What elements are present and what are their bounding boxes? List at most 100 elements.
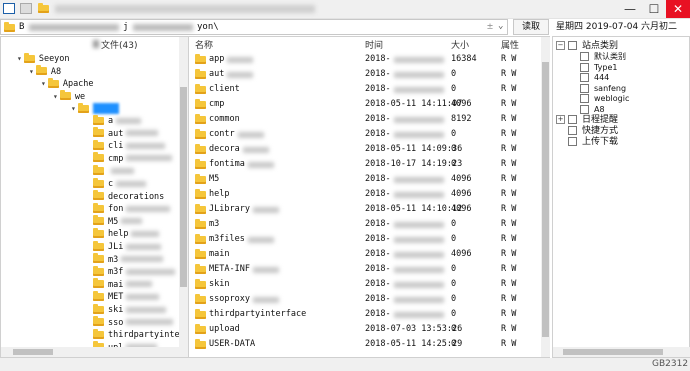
tree-scroll-thumb[interactable] (180, 87, 187, 287)
file-row[interactable]: JLibrary 2018-05-11 14:10:12 4096 R W (189, 202, 541, 217)
tree-item[interactable]: ▾ (71, 102, 119, 115)
file-row[interactable]: M5 2018- 4096 R W (189, 172, 541, 187)
file-row[interactable]: main 2018- 4096 R W (189, 247, 541, 262)
file-size: 4096 (451, 99, 472, 109)
checkbox-icon[interactable] (568, 126, 577, 135)
expand-arrow-icon[interactable]: ▾ (53, 92, 58, 101)
file-row[interactable]: USER-DATA 2018-05-11 14:25:29 0 R W (189, 337, 541, 352)
file-time: 2018- (365, 309, 391, 319)
chevron-down-icon[interactable]: ⌄ (498, 21, 503, 31)
tree-item[interactable]: thirdpartyinterface (93, 328, 181, 342)
checkbox-icon[interactable] (580, 52, 589, 61)
redacted-text (394, 282, 444, 288)
column-time[interactable]: 时间 (365, 38, 383, 51)
folder-tree[interactable]: ▾ Seeyon ▾ A8 ▾ Apache ▾ we ▾ a aut cli cmp c decorati… (1, 52, 181, 347)
tree-scrollbar[interactable] (179, 37, 188, 347)
checkbox-icon[interactable] (580, 104, 589, 114)
file-row[interactable]: upload 2018-07-03 13:53:26 0 R W (189, 322, 541, 337)
tree-item[interactable]: fon (93, 202, 171, 216)
maximize-button[interactable]: ☐ (642, 0, 666, 18)
category-item[interactable]: A8 (580, 104, 605, 116)
column-attr[interactable]: 属性 (501, 38, 519, 51)
tree-item[interactable]: sso (93, 316, 174, 330)
expand-arrow-icon[interactable]: ▾ (29, 67, 34, 76)
file-row[interactable]: ssoproxy 2018- 0 R W (189, 292, 541, 307)
expand-arrow-icon[interactable]: ▾ (17, 54, 22, 63)
folder-icon (4, 21, 15, 33)
tree-item[interactable]: m3 (93, 253, 164, 267)
file-size: 0 (451, 339, 457, 349)
expand-icon[interactable]: + (556, 115, 565, 124)
tree-item[interactable]: cli (93, 139, 166, 153)
folder-toolbar-icon[interactable] (38, 2, 49, 14)
file-size: 0 (451, 279, 457, 289)
tree-item[interactable]: ▾ we (53, 90, 85, 103)
file-list[interactable]: app 2018- 16384 R Waut 2018- 0 R Wclient 2018- 0… (189, 52, 541, 357)
tree-item[interactable]: ▾ Apache (41, 77, 94, 90)
file-row[interactable]: m3files 2018- 0 R W (189, 232, 541, 247)
folder-icon (195, 54, 206, 64)
collapse-icon[interactable]: − (556, 41, 565, 50)
sidebar-hscrollbar[interactable] (553, 347, 690, 357)
tree-header: 文件(43) (101, 41, 138, 51)
checkbox-icon[interactable] (580, 83, 589, 93)
file-row[interactable]: skin 2018- 0 R W (189, 277, 541, 292)
tree-item[interactable]: MET (93, 290, 160, 304)
file-row[interactable]: fontima 2018-10-17 14:19:23 0 R W (189, 157, 541, 172)
tree-item[interactable] (93, 164, 134, 178)
checkbox-icon[interactable] (568, 137, 577, 146)
file-row[interactable]: m3 2018- 0 R W (189, 217, 541, 232)
tree-item[interactable]: mai (93, 278, 153, 292)
file-row[interactable]: help 2018- 4096 R W (189, 187, 541, 202)
tree-item[interactable]: m3f (93, 265, 176, 279)
file-row[interactable]: META-INF 2018- 0 R W (189, 262, 541, 277)
checkbox-icon[interactable] (580, 73, 589, 82)
file-attr: R W (501, 84, 517, 94)
file-row[interactable]: decora 2018-05-11 14:09:36 0 R W (189, 142, 541, 157)
redacted-text (126, 281, 153, 288)
address-bar[interactable]: B j yon\ ± ⌄ (0, 19, 508, 35)
file-row[interactable]: app 2018- 16384 R W (189, 52, 541, 67)
tree-item[interactable]: aut (93, 127, 159, 141)
toolbar-icon[interactable] (20, 3, 32, 14)
tree-hscrollbar[interactable] (1, 347, 188, 357)
tree-item[interactable]: help (93, 227, 160, 241)
tree-item[interactable]: a (93, 114, 142, 128)
expand-arrow-icon[interactable]: ▾ (71, 104, 76, 113)
plus-icon[interactable]: ± (487, 21, 493, 32)
file-row[interactable]: client 2018- 0 R W (189, 82, 541, 97)
tree-item[interactable]: cmp (93, 152, 173, 166)
file-row[interactable]: common 2018- 8192 R W (189, 112, 541, 127)
file-row[interactable]: cmp 2018-05-11 14:11:07 4096 R W (189, 97, 541, 112)
minimize-button[interactable]: — (618, 0, 642, 18)
tree-item[interactable]: c (93, 177, 147, 191)
file-scrollbar[interactable] (541, 37, 550, 357)
checkbox-icon[interactable] (568, 41, 577, 50)
file-scroll-thumb[interactable] (542, 62, 549, 337)
file-attr: R W (501, 234, 517, 244)
file-row[interactable]: thirdpartyinterface 2018- 0 R W (189, 307, 541, 322)
close-button[interactable]: ✕ (666, 0, 690, 18)
tree-item[interactable]: decorations (93, 190, 164, 204)
sidebar-hscroll-thumb[interactable] (563, 349, 663, 355)
file-row[interactable]: aut 2018- 0 R W (189, 67, 541, 82)
folder-icon (195, 84, 206, 94)
tree-item[interactable]: ski (93, 303, 167, 317)
upload-node[interactable]: 上传下载 (568, 136, 618, 148)
checkbox-icon[interactable] (568, 115, 577, 124)
file-size: 0 (451, 159, 457, 169)
tree-item[interactable]: ▾ Seeyon (17, 52, 70, 65)
column-size[interactable]: 大小 (451, 38, 469, 51)
checkbox-icon[interactable] (580, 94, 589, 103)
tree-item[interactable]: JLi (93, 240, 162, 254)
tree-item[interactable]: ▾ A8 (29, 65, 61, 78)
file-row[interactable]: contr 2018- 0 R W (189, 127, 541, 142)
status-bar: GB2312 (0, 358, 690, 371)
folder-icon (93, 303, 104, 314)
column-name[interactable]: 名称 (195, 38, 213, 51)
tree-hscroll-thumb[interactable] (13, 349, 53, 355)
tree-item[interactable]: M5 (93, 215, 143, 229)
expand-arrow-icon[interactable]: ▾ (41, 79, 46, 88)
checkbox-icon[interactable] (580, 62, 589, 72)
read-button[interactable]: 读取 (513, 19, 549, 35)
